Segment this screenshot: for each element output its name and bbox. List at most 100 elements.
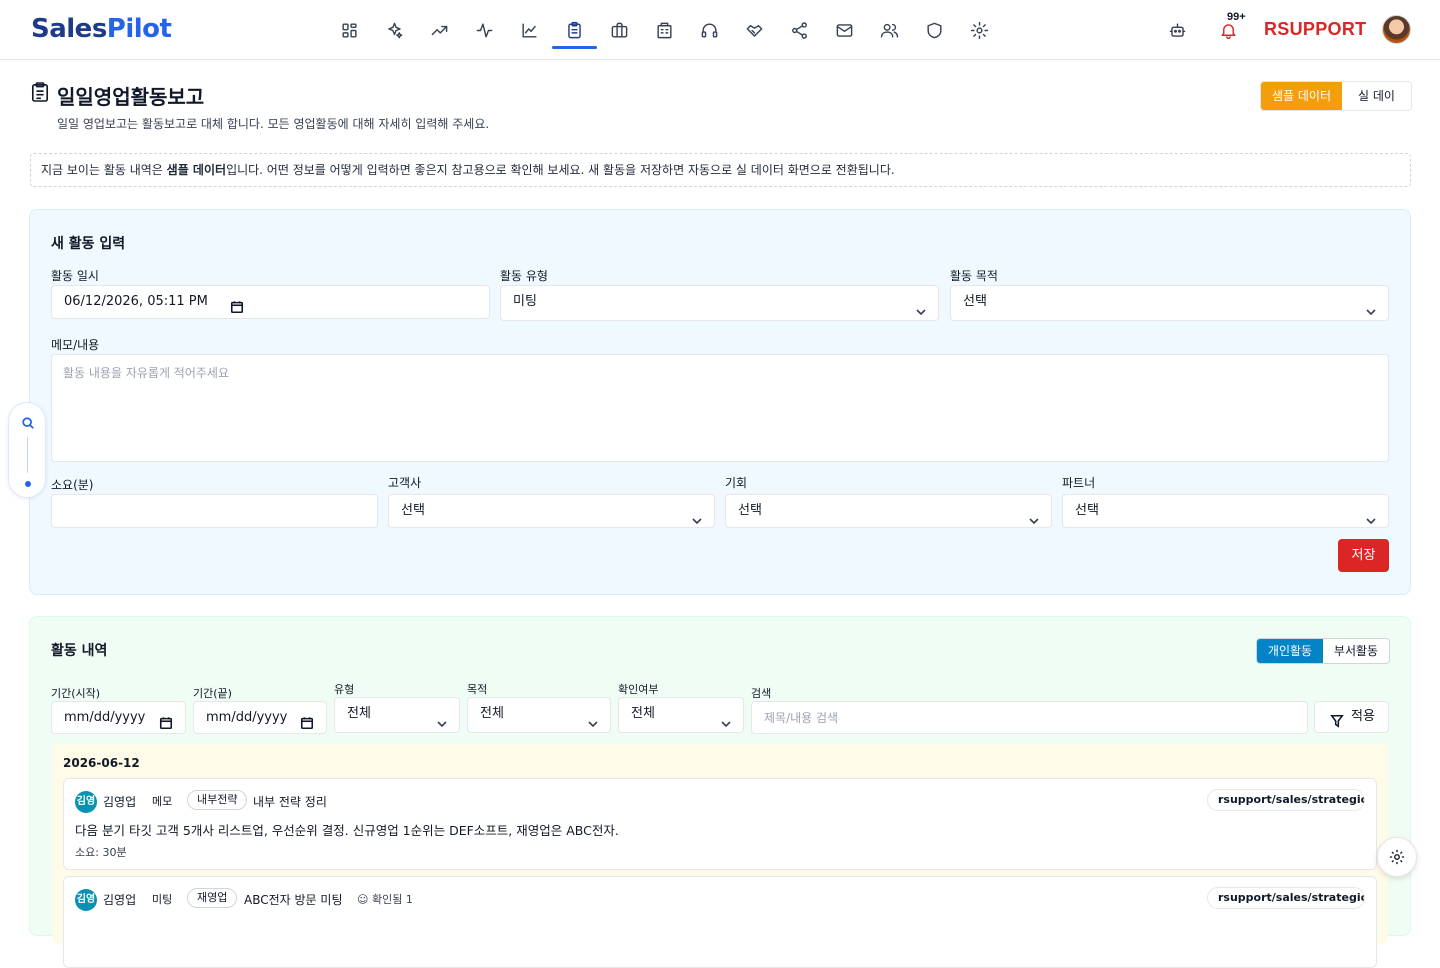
dashboard-icon[interactable] [327,12,372,48]
page-subtitle: 일일 영업보고는 활동보고로 대체 합니다. 모든 영업활동에 대해 자세히 입… [57,117,490,131]
filter-purpose-select[interactable]: 전체 [467,697,611,733]
period-end-label: 기간(끝) [193,687,232,700]
header-tools: 99+ [1162,11,1246,48]
opportunity-value: 선택 [738,503,762,518]
daily-report-icon[interactable] [552,12,597,49]
save-button[interactable]: 저장 [1338,539,1389,572]
filter-icon [1330,710,1344,728]
real-data-button[interactable]: 실 데이터 [1342,82,1411,110]
activity-card[interactable]: 김영 김영업 미팅 재영업 ABC전자 방문 미팅 ☺ 확인됨 1 rsuppo… [63,876,1377,968]
chevron-down-icon [1366,298,1376,316]
duration-input[interactable] [51,494,378,528]
datetime-input[interactable]: 06/12/2026, 05:11 PM [51,285,490,319]
period-end-value: mm/dd/yyyy [206,710,288,725]
chevron-down-icon [692,507,702,525]
partner-select[interactable]: 선택 [1062,494,1389,528]
page-title: 일일영업활동보고 [57,85,205,109]
activity-purpose-value: 선택 [963,294,987,309]
building-icon[interactable] [642,12,687,48]
activity-duration: 소요: 30분 [75,846,127,859]
activity-card[interactable]: 김영 김영업 메모 내부전략 내부 전략 정리 rsupport/sales/s… [63,778,1377,870]
headset-icon[interactable] [687,12,732,48]
author-avatar: 김영 [75,791,97,813]
customer-value: 선택 [401,503,425,518]
activity-icon[interactable] [462,12,507,48]
activity-purpose-label: 활동 목적 [950,269,998,283]
clipboard-icon [31,82,49,102]
settings-icon[interactable] [957,12,1002,48]
notification-badge: 99+ [1227,11,1246,23]
notice-text-tail: 입니다. 어떤 정보를 어떻게 입력하면 좋은지 참고용으로 확인해 보세요. … [226,163,895,177]
activity-body: 다음 분기 타깃 고객 5개사 리스트업, 우선순위 결정. 신규영업 1순위는… [75,823,619,838]
new-activity-title: 새 활동 입력 [51,236,126,252]
customer-select[interactable]: 선택 [388,494,715,528]
apply-filter-label: 적용 [1351,709,1375,724]
filter-purpose-label: 목적 [467,683,488,696]
apply-filter-button[interactable]: 적용 [1314,701,1389,733]
chevron-down-icon [1029,507,1039,525]
robot-assistant-icon[interactable] [1162,15,1192,45]
floating-settings-button[interactable] [1377,837,1417,877]
activity-purpose-select[interactable]: 선택 [950,285,1389,321]
activity-type-select[interactable]: 미팅 [500,285,939,321]
salespilot-logo[interactable]: SalesPilot [31,14,172,44]
sparkle-icon[interactable] [372,12,417,48]
filter-purpose-value: 전체 [480,706,504,721]
side-divider [27,437,28,473]
notice-text: 지금 보이는 활동 내역은 [41,163,167,177]
customer-label: 고객사 [388,476,422,490]
filter-type-select[interactable]: 전체 [334,697,460,733]
side-quick-panel[interactable] [8,402,46,498]
period-start-value: mm/dd/yyyy [64,710,146,725]
chevron-down-icon [1366,507,1376,525]
calendar-icon[interactable] [230,295,244,314]
memo-textarea[interactable]: 활동 내용을 자유롭게 적어주세요 [51,354,1389,462]
chevron-down-icon [588,710,598,728]
top-navigation-bar: SalesPilot 99+ RSUPPORT [0,0,1440,60]
activity-title: 내부 전략 정리 [253,795,327,809]
shield-icon[interactable] [912,12,957,48]
context-link-pill[interactable]: rsupport/sales/strategic-sales [1207,789,1365,811]
calendar-icon[interactable] [300,711,314,730]
author-avatar: 김영 [75,889,97,911]
share-icon[interactable] [777,12,822,48]
notification-bell-icon[interactable]: 99+ [1213,11,1246,45]
users-icon[interactable] [867,12,912,48]
filter-confirm-label: 확인여부 [618,683,659,696]
confirmation-status: ☺ 확인됨 1 [357,893,413,906]
calendar-icon[interactable] [159,711,173,730]
activity-history-title: 활동 내역 [51,643,108,659]
line-chart-icon[interactable] [507,12,552,48]
opportunity-select[interactable]: 선택 [725,494,1052,528]
sample-data-notice: 지금 보이는 활동 내역은 샘플 데이터입니다. 어떤 정보를 어떻게 입력하면… [30,153,1411,187]
period-end-input[interactable]: mm/dd/yyyy [193,701,327,734]
side-indicator-dot [25,481,31,487]
search-icon[interactable] [21,415,35,429]
filter-type-value: 전체 [347,706,371,721]
mail-icon[interactable] [822,12,867,48]
handshake-icon[interactable] [732,12,777,48]
filter-confirm-value: 전체 [631,706,655,721]
chevron-down-icon [916,298,926,316]
gear-icon [1389,849,1405,865]
activity-type-label: 활동 유형 [500,269,548,283]
context-link-pill[interactable]: rsupport/sales/strategic-sales [1207,887,1365,909]
personal-activity-tab[interactable]: 개인활동 [1257,639,1323,663]
company-brand-logo: RSUPPORT [1264,19,1367,39]
sample-data-button[interactable]: 샘플 데이터 [1261,82,1342,110]
duration-label: 소요(분) [51,478,94,492]
search-input[interactable]: 제목/내용 검색 [751,701,1308,734]
briefcase-icon[interactable] [597,12,642,48]
day-date-label: 2026-06-12 [63,756,140,770]
memo-label: 메모/내용 [51,338,100,352]
trend-up-icon[interactable] [417,12,462,48]
user-avatar[interactable] [1382,15,1411,44]
opportunity-label: 기회 [725,476,748,490]
department-activity-tab[interactable]: 부서활동 [1323,639,1389,663]
filter-confirm-select[interactable]: 전체 [618,697,744,733]
chevron-down-icon [437,710,447,728]
purpose-tag: 재영업 [187,888,238,908]
activity-kind: 메모 [152,795,173,808]
search-label: 검색 [751,687,772,700]
period-start-input[interactable]: mm/dd/yyyy [51,701,186,734]
